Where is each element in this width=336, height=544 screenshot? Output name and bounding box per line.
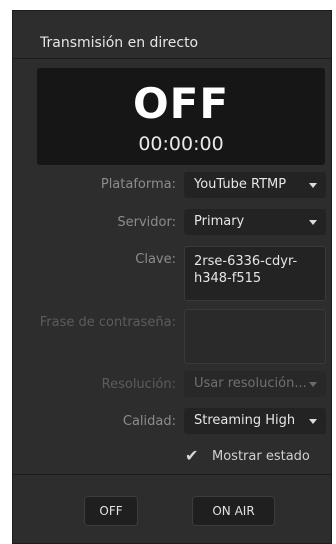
resolution-value: Usar resolución...	[194, 376, 307, 391]
server-dropdown[interactable]: Primary	[184, 209, 326, 235]
platform-label: Plataforma:	[100, 177, 176, 192]
stream-state: OFF	[132, 79, 230, 128]
server-label: Servidor:	[117, 215, 176, 230]
chevron-down-icon	[309, 220, 317, 225]
server-value: Primary	[194, 214, 245, 229]
chevron-down-icon	[309, 183, 317, 188]
resolution-dropdown[interactable]: Usar resolución...	[184, 371, 326, 397]
title-divider	[13, 58, 331, 59]
quality-value: Streaming High	[194, 413, 296, 428]
platform-dropdown[interactable]: YouTube RTMP	[184, 172, 326, 198]
show-status-label[interactable]: Mostrar estado	[212, 448, 310, 466]
platform-value: YouTube RTMP	[194, 177, 287, 192]
key-field[interactable]: 2rse-6336-cdyr- h348-f515	[184, 246, 326, 301]
bottom-divider	[13, 474, 331, 475]
quality-dropdown[interactable]: Streaming High	[184, 408, 326, 434]
resolution-label: Resolución:	[101, 377, 176, 392]
passphrase-label: Frase de contraseña:	[39, 315, 176, 330]
chevron-down-icon	[309, 419, 317, 424]
panel-title: Transmisión en directo	[40, 35, 199, 51]
stream-timer: 00:00:00	[138, 133, 224, 155]
quality-label: Calidad:	[122, 414, 176, 429]
passphrase-field[interactable]	[184, 309, 326, 364]
on-air-button[interactable]: ON AIR	[192, 496, 275, 526]
checkmark-icon[interactable]: ✔	[185, 447, 203, 465]
key-label: Clave:	[135, 252, 176, 267]
chevron-down-icon	[309, 382, 317, 387]
off-button[interactable]: OFF	[84, 496, 138, 526]
stream-status-display: OFF 00:00:00	[37, 68, 325, 165]
